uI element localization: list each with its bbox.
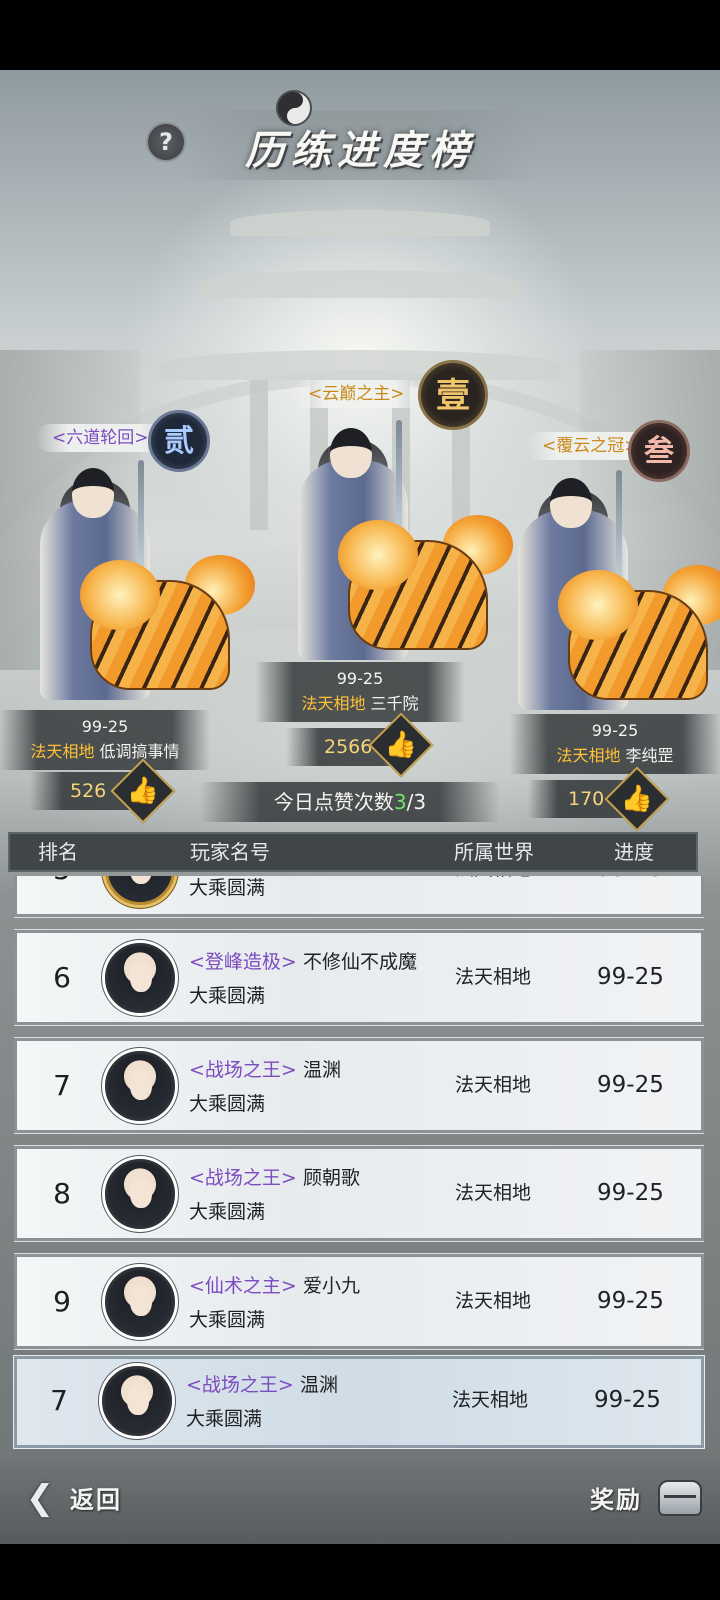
avatar[interactable] [105,1051,175,1121]
likes-today-label: 今日点赞次数 [273,790,394,814]
row-realm: 大乘圆满 [189,1309,266,1331]
likes-today: 今日点赞次数3/3 [200,782,500,822]
rank-2-like-count: 526 [70,780,107,802]
header-player: 玩家名号 [190,840,270,864]
row-progress: 99-25 [597,964,664,990]
avatar[interactable] [105,1159,175,1229]
likes-today-used: 3 [393,790,407,814]
rank-1-character[interactable] [268,420,513,680]
thumbs-up-icon: 👍 [384,730,418,760]
row-progress: 99-25 [597,1288,664,1314]
rank-2-title: <六道轮回> [52,428,149,448]
my-world: 法天相地 [452,1389,529,1411]
rank-3-info: 99-25 法天相地 李纯罡 [510,714,720,774]
row-player-name: 温渊 [303,1059,342,1081]
row-realm: 大乘圆满 [189,1093,266,1115]
row-world: 法天相地 [455,1290,532,1312]
rank-2-world: 法天相地 [30,742,95,761]
rank-1-title: <云巅之主> [308,384,405,404]
header-rank: 排名 [38,840,78,864]
question-icon: ? [159,128,173,156]
header-world: 所属世界 [454,840,534,864]
back-arrow-icon: ❮ [25,1478,55,1518]
table-row[interactable]: 9 <仙术之主> 爱小九 大乘圆满 法天相地 99-25 [14,1253,704,1350]
rank-2-tag: <六道轮回> [36,424,165,452]
table-header: 排名 玩家名号 所属世界 进度 [8,832,698,872]
reward-button[interactable]: 奖励 [590,1472,710,1524]
my-realm: 大乘圆满 [186,1408,263,1430]
row-progress: 99-25 [597,1072,664,1098]
row-player-name: 顾朝歌 [303,1167,361,1189]
row-progress: 99-25 [597,876,664,914]
row-rank: 8 [53,1177,71,1210]
rank-1-like-count: 2566 [324,736,373,758]
row-realm: 大乘圆满 [189,877,266,899]
row-title: <战场之王> [189,1167,297,1189]
table-row[interactable]: 7 <战场之王> 温渊 大乘圆满 法天相地 99-25 [14,1037,704,1134]
avatar[interactable] [105,876,175,905]
row-rank: 7 [53,1069,71,1102]
row-title: <仙术之主> [189,1275,297,1297]
my-rank-row[interactable]: 7 <战场之王> 温渊 大乘圆满 法天相地 99-25 [13,1355,705,1449]
row-world: 法天相地 [455,876,531,914]
back-button[interactable]: ❮ 返回 [18,1474,148,1524]
row-world: 法天相地 [455,1182,532,1204]
row-title: <战场之王> [189,1059,297,1081]
rank-1-tag: <云巅之主> [292,380,421,408]
rank-1-level: 99-25 [336,669,384,688]
reward-label: 奖励 [590,1485,642,1514]
table-row[interactable]: 6 <登峰造极> 不修仙不成魔 大乘圆满 法天相地 99-25 [14,929,704,1026]
back-label: 返回 [70,1485,122,1514]
table-row[interactable]: 5 大乘圆满 法天相地 99-25 [14,876,704,918]
my-progress: 99-25 [594,1387,661,1413]
my-title: <战场之王> [186,1374,294,1396]
rank-3-world: 法天相地 [556,746,621,765]
help-button[interactable]: ? [146,122,186,162]
table-row[interactable]: 8 <战场之王> 顾朝歌 大乘圆满 法天相地 99-25 [14,1145,704,1242]
row-rank: 9 [53,1285,71,1318]
rank-3-name: 李纯罡 [625,746,674,765]
rank-3-title: <覆云之冠> [542,436,639,456]
row-rank: 5 [37,876,87,914]
rank-2-character[interactable] [10,460,255,720]
my-rank: 7 [50,1384,68,1417]
rank-3-like-count: 170 [568,788,605,810]
row-realm: 大乘圆满 [189,985,266,1007]
row-player-name: 不修仙不成魔 [303,951,418,973]
row-rank: 6 [53,961,71,994]
header-progress: 进度 [614,840,654,864]
rank-2-level: 99-25 [81,717,129,736]
my-player-name: 温渊 [300,1374,339,1396]
ranking-list[interactable]: 5 大乘圆满 法天相地 99-25 6 <登峰造极> 不修仙不成魔 大乘圆满 法… [14,876,704,1412]
avatar[interactable] [105,1267,175,1337]
row-title: <登峰造极> [189,951,297,973]
thumbs-up-icon: 👍 [620,784,654,814]
likes-today-total: /3 [406,790,427,814]
status-bar [0,0,720,70]
rank-2-info: 99-25 法天相地 低调搞事情 [0,710,210,770]
row-player-name: 爱小九 [303,1275,361,1297]
row-world: 法天相地 [455,1074,532,1096]
rank-2-name: 低调搞事情 [99,742,180,761]
rank-3-character[interactable] [488,470,720,730]
rank-1-world: 法天相地 [301,694,366,713]
avatar[interactable] [105,943,175,1013]
thumbs-up-icon: 👍 [126,776,160,806]
ranking-screen: 历练进度榜 ? <六道轮回> 贰 99-25 法天相地 低调搞事情 526 👍 … [0,70,720,1544]
row-realm: 大乘圆满 [189,1201,266,1223]
page-title: 历练进度榜 [245,127,475,174]
treasure-chest-icon [658,1480,702,1516]
rank-1-info: 99-25 法天相地 三千院 [255,662,465,722]
rank-3-level: 99-25 [591,721,639,740]
rank-1-name: 三千院 [370,694,419,713]
row-progress: 99-25 [597,1180,664,1206]
my-avatar[interactable] [102,1366,172,1436]
navigation-bar [0,1544,720,1600]
row-world: 法天相地 [455,966,532,988]
